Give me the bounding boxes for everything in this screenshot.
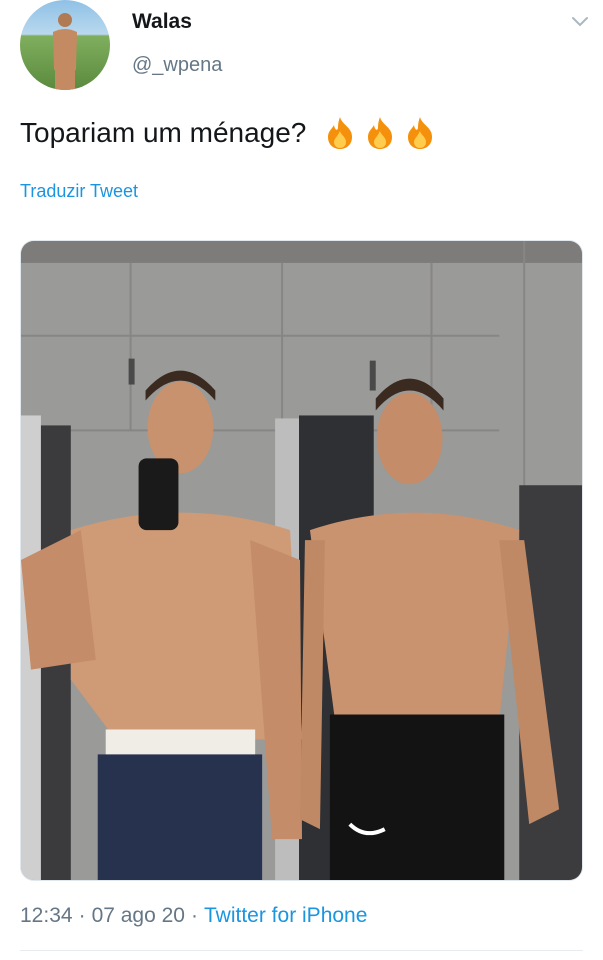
meta-separator: · [78, 904, 86, 927]
fire-emoji [328, 117, 353, 149]
author-handle[interactable]: @_wpena [132, 54, 222, 77]
tweet-source-link[interactable]: Twitter for iPhone [204, 904, 367, 928]
chevron-down-icon[interactable] [570, 14, 590, 30]
tweet-header: Walas @_wpena [20, 0, 590, 96]
tweet-text: Topariam um ménage? [20, 117, 307, 148]
tweet-time[interactable]: 12:34 [20, 904, 73, 928]
meta-separator: · [191, 904, 198, 927]
fire-emoji [368, 117, 393, 149]
translate-tweet-link[interactable]: Traduzir Tweet [20, 181, 138, 202]
divider [20, 950, 583, 951]
author-name[interactable]: Walas [132, 10, 192, 34]
tweet-body: Topariam um ménage? [20, 115, 438, 151]
tweet-meta: 12:34 · 07 ago 20 · Twitter for iPhone [20, 904, 367, 928]
tweet-photo[interactable] [20, 240, 583, 881]
fire-emoji [408, 117, 433, 149]
tweet-date[interactable]: 07 ago 20 [92, 904, 185, 928]
avatar[interactable] [20, 0, 110, 90]
photo-illustration [21, 241, 582, 880]
emoji-group [322, 115, 438, 151]
avatar-person-figure [53, 13, 77, 90]
